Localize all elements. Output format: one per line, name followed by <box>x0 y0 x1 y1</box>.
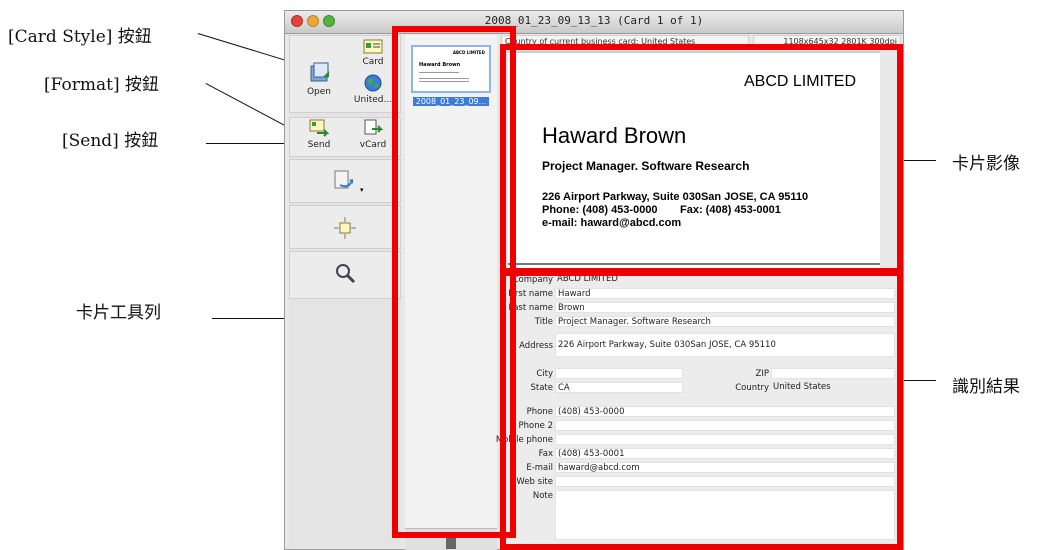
toolbar-highlight <box>392 26 516 538</box>
card-style-icon <box>363 39 383 54</box>
open-button[interactable]: Open <box>293 55 345 107</box>
format-callout: [Format] 按鈕 <box>44 75 159 95</box>
send-icon <box>309 119 329 137</box>
rotate-button[interactable]: ▾ <box>289 159 401 203</box>
send-label: Send <box>307 140 331 150</box>
card-style-callout: [Card Style] 按鈕 <box>8 27 152 47</box>
zoom-tool-button[interactable] <box>289 251 401 299</box>
rotate-icon <box>334 170 353 189</box>
card-image-callout: 卡片影像 <box>952 154 1020 174</box>
globe-icon <box>364 74 382 92</box>
card-style-button[interactable]: Card ▾ <box>345 37 399 71</box>
window-title: 2008_01_23_09_13_13 (Card 1 of 1) <box>484 14 704 27</box>
format-button[interactable]: United... ▾ <box>345 73 399 109</box>
title-bar[interactable]: 2008_01_23_09_13_13 (Card 1 of 1) <box>285 11 903 34</box>
recognition-callout: 識別結果 <box>952 377 1020 397</box>
magnifier-icon <box>336 264 356 284</box>
recognition-highlight <box>500 268 903 550</box>
toolbar-callout: 卡片工具列 <box>76 303 161 323</box>
rotate-dropdown-icon: ▾ <box>360 186 364 194</box>
card-toolbar: Open Card ▾ United... ▾ Send vCard ▾ <box>289 35 401 547</box>
send-button[interactable]: Send <box>293 119 345 155</box>
card-image-highlight <box>500 44 903 276</box>
crop-icon <box>334 217 356 239</box>
open-icon <box>310 62 329 82</box>
vcard-icon <box>364 119 383 135</box>
vcard-button[interactable]: vCard <box>345 119 399 155</box>
open-label: Open <box>306 87 332 97</box>
crop-button[interactable] <box>289 205 401 249</box>
send-callout: [Send] 按鈕 <box>62 131 159 151</box>
